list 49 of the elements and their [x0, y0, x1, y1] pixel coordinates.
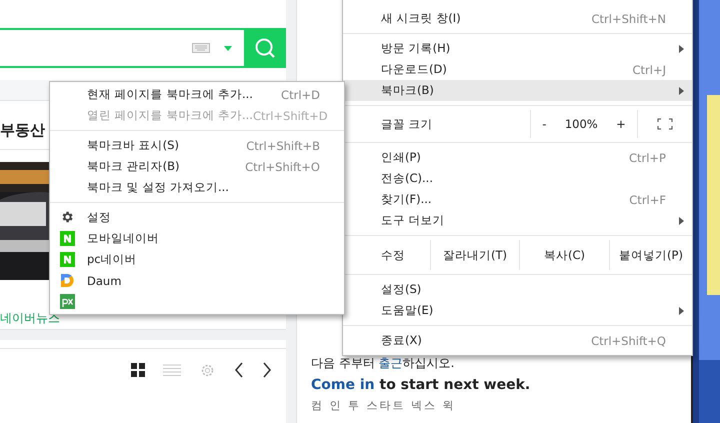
submenu-arrow-icon [679, 45, 684, 53]
menu-item[interactable]: 설정(S) [343, 279, 692, 300]
edit-button[interactable]: 붙여넣기(P) [609, 240, 692, 270]
menu-item[interactable]: 북마크(B) [343, 80, 692, 101]
english-sentence: Come in to start next week. [311, 377, 532, 393]
menu-item[interactable]: 북마크 및 설정 가져오기... [50, 177, 344, 198]
submenu-arrow-icon [679, 217, 684, 225]
menu-item[interactable]: 새 시크릿 창(I) Ctrl+Shift+N [343, 8, 692, 29]
n-logo-icon [60, 231, 75, 246]
submenu-arrow-icon [679, 307, 684, 315]
menu-item[interactable]: 전송(C)... [343, 168, 692, 189]
bookmark-item[interactable]: 설정 [87, 210, 320, 225]
next-button[interactable] [262, 362, 272, 378]
edit-button[interactable]: 잘라내기(T) [430, 240, 519, 270]
menu-item[interactable]: 방문 기록(H) [343, 38, 692, 59]
bookmark-item[interactable]: pc네이버 [87, 252, 320, 267]
menu-item[interactable]: 북마크바 표시(S) Ctrl+Shift+B [50, 135, 344, 156]
menu-item[interactable]: 북마크 관리자(B) Ctrl+Shift+O [50, 156, 344, 177]
pronunciation-text: 컴 인 투 스타트 넥스 윅 [311, 398, 456, 413]
menu-item[interactable]: 현재 페이지를 북마크에 추가... Ctrl+D [50, 84, 344, 105]
search-button[interactable] [244, 28, 286, 68]
category-tab[interactable]: 부동산 [0, 120, 45, 140]
menu-label: 글꼴 크기 [380, 116, 434, 132]
menu-item[interactable]: 도구 더보기 [343, 210, 692, 231]
bookmark-item[interactable]: Daum [87, 274, 320, 288]
d-logo-icon [60, 273, 75, 288]
grid-view-button[interactable] [131, 363, 145, 377]
caret-icon [224, 46, 232, 50]
search-icon [254, 37, 276, 59]
menu-label: 수정 [380, 246, 406, 264]
menu-item[interactable]: 다운로드(D) Ctrl+J [343, 59, 692, 80]
zoom-in-button[interactable]: + [612, 117, 630, 131]
menu-item[interactable]: 찾기(F)... Ctrl+F [343, 189, 692, 210]
bookmark-item[interactable]: 모바일네이버 [87, 231, 320, 246]
keyboard-icon [192, 43, 210, 53]
submenu-arrow-icon [679, 87, 684, 95]
n-logo-icon [60, 252, 75, 267]
notice-text: 다음 주부터 출근하십시오. [311, 355, 456, 372]
fullscreen-icon [657, 118, 673, 130]
zoom-value: 100% [564, 117, 598, 131]
list-view-button[interactable] [163, 364, 181, 376]
menu-item[interactable]: 종료(X) Ctrl+Shift+Q [343, 330, 692, 351]
edit-button[interactable]: 복사(C) [519, 240, 609, 270]
menu-item[interactable]: 인쇄(P) Ctrl+P [343, 147, 692, 168]
previous-button[interactable] [234, 362, 244, 378]
menu-item[interactable]: 도움말(E) [343, 300, 692, 321]
px-logo-icon [60, 294, 75, 309]
gear-icon [60, 210, 74, 224]
zoom-out-button[interactable]: - [538, 117, 550, 131]
